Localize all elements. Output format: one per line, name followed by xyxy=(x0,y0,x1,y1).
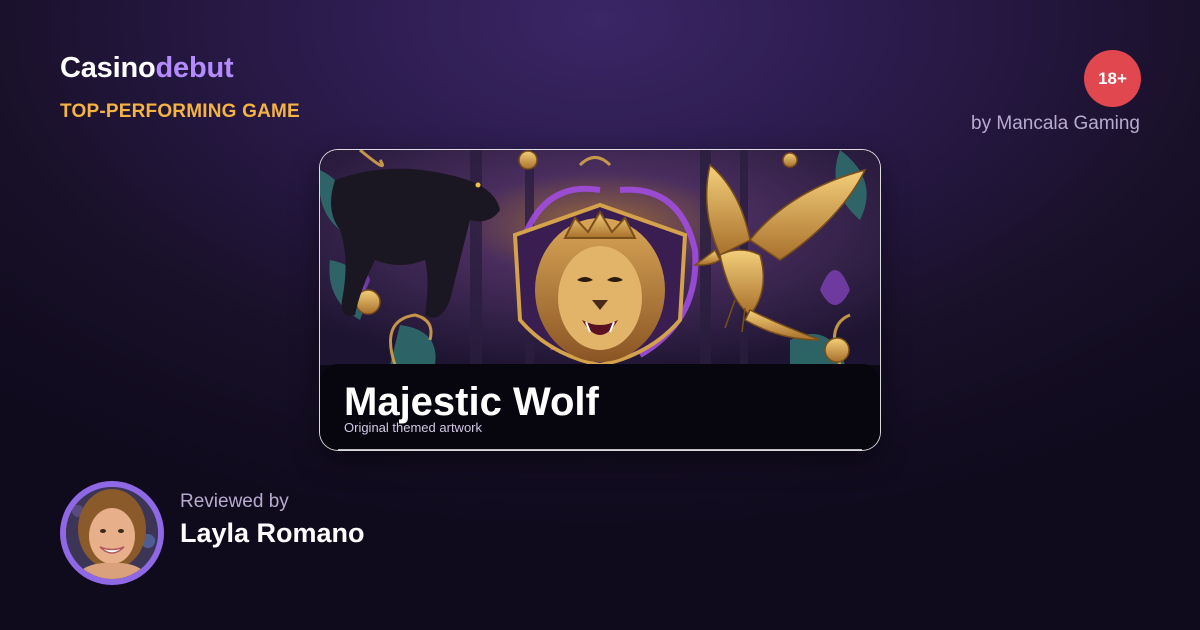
reviewer-avatar[interactable] xyxy=(60,481,164,585)
site-logo[interactable]: Casinodebut xyxy=(60,50,234,86)
game-title: Majestic Wolf xyxy=(344,380,599,424)
age-restriction-badge: 18+ xyxy=(1084,50,1141,107)
game-artwork xyxy=(320,150,880,365)
category-tagline: TOP-PERFORMING GAME xyxy=(60,101,300,122)
reviewer-photo xyxy=(66,487,158,579)
game-subtitle: Original themed artwork xyxy=(344,420,482,435)
reviewer-name[interactable]: Layla Romano xyxy=(180,518,365,549)
caption-divider xyxy=(338,449,862,450)
game-card[interactable]: Majestic Wolf Original themed artwork xyxy=(320,150,880,450)
reviewed-by-label: Reviewed by xyxy=(180,491,289,512)
game-card-caption: Majestic Wolf Original themed artwork xyxy=(320,364,880,450)
logo-text-casino: Casino xyxy=(60,52,156,84)
logo-text-debut: debut xyxy=(155,52,234,84)
game-provider: by Mancala Gaming xyxy=(971,113,1140,134)
